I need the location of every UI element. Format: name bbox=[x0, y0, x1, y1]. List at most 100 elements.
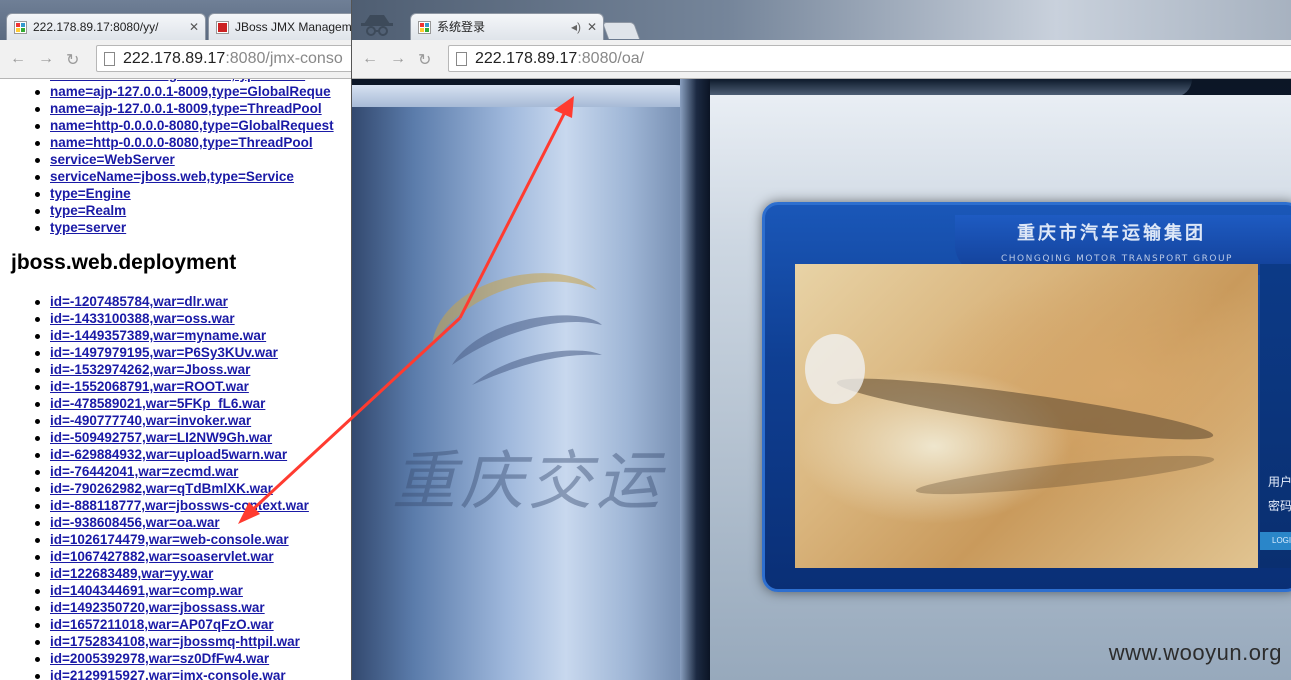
list-item: name=ajp-127.0.0.1-8009,type=ThreadPool bbox=[0, 100, 334, 117]
mbean-link[interactable]: name=http-0.0.0.0-8080,type=GlobalReques… bbox=[50, 118, 334, 133]
forward-arrow-icon[interactable]: → bbox=[390, 50, 406, 68]
list-item: service=WebServer bbox=[0, 151, 334, 168]
deployment-list: id=-1207485784,war=dlr.war id=-1433100388… bbox=[0, 293, 309, 680]
password-label: 密码 bbox=[1268, 499, 1291, 513]
mbean-link[interactable]: id=2005392978,war=sz0DfFw4.war bbox=[50, 651, 269, 666]
tab-jmx[interactable]: JBoss JMX Managem bbox=[208, 13, 352, 40]
list-item: name=ajp-127.0.0.1-8009,type=GlobalReque bbox=[0, 83, 334, 100]
new-tab-button[interactable] bbox=[601, 22, 641, 39]
company-name-en: CHONGQING MOTOR TRANSPORT GROUP bbox=[1001, 254, 1233, 264]
mbean-link[interactable]: id=-1497979195,war=P6Sy3KUv.war bbox=[50, 345, 278, 360]
url-path: :8080/jmx-conso bbox=[225, 50, 343, 67]
mbean-link[interactable]: id=-490777740,war=invoker.war bbox=[50, 413, 251, 428]
mbean-link[interactable]: id=-478589021,war=5FKp_fL6.war bbox=[50, 396, 265, 411]
mbean-link[interactable]: name=ajp-127.0.0.1-8009,type=GlobalReque bbox=[50, 84, 331, 99]
mbean-link[interactable]: id=1752834108,war=jbossmq-httpil.war bbox=[50, 634, 300, 649]
mbean-link[interactable]: id=2129915927,war=jmx-console.war bbox=[50, 668, 286, 680]
jmx-browser-window: 222.178.89.17:8080/yy/ ✕ JBoss JMX Manag… bbox=[0, 0, 352, 680]
desert-landscape-image bbox=[795, 264, 1258, 568]
list-item: id=-76442041,war=zecmd.war bbox=[0, 463, 309, 480]
url-path: :8080/oa/ bbox=[577, 50, 645, 67]
list-item: id=1492350720,war=jbossass.war bbox=[0, 599, 309, 616]
list-item: id=-888118777,war=jbossws-context.war bbox=[0, 497, 309, 514]
mbean-link[interactable]: service=WebServer bbox=[50, 152, 175, 167]
oa-login-page: 重庆交运 重庆市汽车运输集团 CHONGQING MOTOR TRANSPORT… bbox=[352, 79, 1291, 680]
site-favicon-icon bbox=[14, 21, 27, 34]
mbean-link[interactable]: id=-509492757,war=LI2NW9Gh.war bbox=[50, 430, 272, 445]
list-item: id=-1532974262,war=Jboss.war bbox=[0, 361, 309, 378]
mbean-link[interactable]: id=1657211018,war=AP07qFzO.war bbox=[50, 617, 274, 632]
mbean-link[interactable]: id=-1552068791,war=ROOT.war bbox=[50, 379, 249, 394]
oa-browser-window: 系统登录 ◂) ✕ ← → ↻ 222.178.89.17:8080/oa/ 重… bbox=[351, 0, 1291, 680]
list-item: id=-1449357389,war=myname.war bbox=[0, 327, 309, 344]
mbean-link[interactable]: id=1067427882,war=soaservlet.war bbox=[50, 549, 274, 564]
list-item: id=2129915927,war=jmx-console.war bbox=[0, 667, 309, 680]
mbean-link[interactable]: id=-888118777,war=jbossws-context.war bbox=[50, 498, 309, 513]
book-left-page: 重庆交运 bbox=[352, 85, 697, 680]
list-item: id=122683489,war=yy.war bbox=[0, 565, 309, 582]
back-toolbar: ← → ↻ 222.178.89.17:8080/jmx-conso bbox=[0, 40, 352, 79]
list-item: id=-490777740,war=invoker.war bbox=[0, 412, 309, 429]
list-item: id=1067427882,war=soaservlet.war bbox=[0, 548, 309, 565]
close-tab-icon[interactable]: ✕ bbox=[189, 14, 199, 40]
mbean-link[interactable]: name=ajp-127.0.0.1-8009,type=ThreadPool bbox=[50, 101, 322, 116]
mbean-link[interactable]: id=-790262982,war=qTdBmlXK.war bbox=[50, 481, 273, 496]
front-tabstrip: 系统登录 ◂) ✕ bbox=[352, 0, 1291, 40]
mbean-link[interactable]: id=-1532974262,war=Jboss.war bbox=[50, 362, 250, 377]
list-item: type=server bbox=[0, 219, 334, 236]
list-item: name=http-0.0.0.0-8080,type=GlobalReques… bbox=[0, 117, 334, 134]
list-item: id=1657211018,war=AP07qFzO.war bbox=[0, 616, 309, 633]
section-heading: jboss.web.deployment bbox=[11, 251, 237, 274]
mbean-link[interactable]: id=-1433100388,war=oss.war bbox=[50, 311, 235, 326]
mbean-link[interactable]: id=-938608456,war=oa.war bbox=[50, 515, 220, 530]
tab-system-login[interactable]: 系统登录 ◂) ✕ bbox=[410, 13, 604, 40]
tab-yy[interactable]: 222.178.89.17:8080/yy/ ✕ bbox=[6, 13, 206, 40]
incognito-icon bbox=[361, 15, 393, 36]
list-item: id=-1552068791,war=ROOT.war bbox=[0, 378, 309, 395]
mbean-link[interactable]: name=http-0.0.0.0-8080,type=ThreadPool bbox=[50, 135, 313, 150]
list-item: id=1404344691,war=comp.war bbox=[0, 582, 309, 599]
company-logo-icon bbox=[432, 273, 602, 385]
page-icon bbox=[456, 52, 467, 66]
list-item: id=-478589021,war=5FKp_fL6.war bbox=[0, 395, 309, 412]
address-bar[interactable]: 222.178.89.17:8080/oa/ bbox=[448, 45, 1291, 72]
mbean-link[interactable]: type=Realm bbox=[50, 203, 126, 218]
back-tabstrip: 222.178.89.17:8080/yy/ ✕ JBoss JMX Manag… bbox=[0, 0, 352, 40]
jmx-console-content: name=StandardEngineValve,type=Valve name=… bbox=[0, 79, 352, 680]
list-item: id=-1433100388,war=oss.war bbox=[0, 310, 309, 327]
tab-label: 222.178.89.17:8080/yy/ bbox=[33, 20, 159, 34]
page-icon bbox=[104, 52, 115, 66]
mbean-link[interactable]: id=-1207485784,war=dlr.war bbox=[50, 294, 228, 309]
mbean-link[interactable]: type=server bbox=[50, 220, 126, 235]
close-tab-icon[interactable]: ✕ bbox=[587, 14, 597, 40]
list-item: name=http-0.0.0.0-8080,type=ThreadPool bbox=[0, 134, 334, 151]
login-panel: 重庆市汽车运输集团 CHONGQING MOTOR TRANSPORT GROU… bbox=[762, 202, 1291, 592]
reload-icon[interactable]: ↻ bbox=[418, 50, 431, 70]
forward-arrow-icon[interactable]: → bbox=[38, 50, 54, 68]
address-bar[interactable]: 222.178.89.17:8080/jmx-conso bbox=[96, 45, 352, 72]
mbean-link[interactable]: name=StandardEngineValve,type=Valve bbox=[50, 79, 305, 82]
list-item: id=-938608456,war=oa.war bbox=[0, 514, 309, 531]
tab-label: 系统登录 bbox=[437, 20, 486, 34]
mbean-link[interactable]: type=Engine bbox=[50, 186, 131, 201]
mbean-link[interactable]: id=1026174479,war=web-console.war bbox=[50, 532, 289, 547]
tab-label: JBoss JMX Managem bbox=[235, 20, 352, 34]
calligraphy-text: 重庆交运 bbox=[392, 445, 664, 519]
mbean-link[interactable]: id=1404344691,war=comp.war bbox=[50, 583, 243, 598]
jboss-favicon-icon bbox=[216, 21, 229, 34]
back-arrow-icon[interactable]: ← bbox=[10, 50, 26, 68]
mbean-link[interactable]: id=-76442041,war=zecmd.war bbox=[50, 464, 238, 479]
back-arrow-icon[interactable]: ← bbox=[362, 50, 378, 68]
mbean-link[interactable]: id=122683489,war=yy.war bbox=[50, 566, 213, 581]
book-page-curl bbox=[352, 85, 697, 107]
list-item: id=1026174479,war=web-console.war bbox=[0, 531, 309, 548]
login-button[interactable]: LOGI bbox=[1260, 532, 1291, 550]
list-item: serviceName=jboss.web,type=Service bbox=[0, 168, 334, 185]
mbean-link[interactable]: serviceName=jboss.web,type=Service bbox=[50, 169, 294, 184]
mbean-link[interactable]: id=-1449357389,war=myname.war bbox=[50, 328, 266, 343]
reload-icon[interactable]: ↻ bbox=[66, 50, 79, 70]
list-item: id=-509492757,war=LI2NW9Gh.war bbox=[0, 429, 309, 446]
watermark: www.wooyun.org bbox=[1108, 640, 1282, 665]
mbean-link[interactable]: id=-629884932,war=upload5warn.war bbox=[50, 447, 287, 462]
mbean-link[interactable]: id=1492350720,war=jbossass.war bbox=[50, 600, 265, 615]
